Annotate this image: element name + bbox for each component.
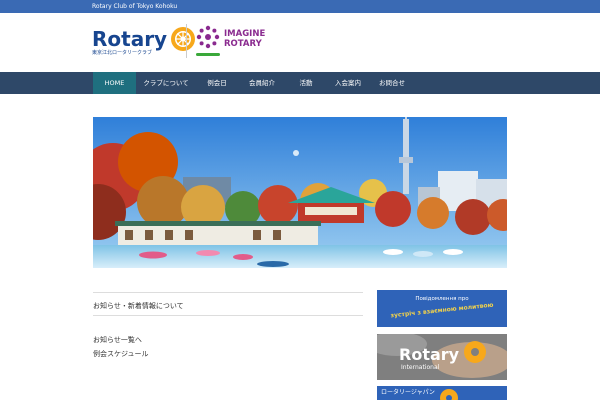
rotary-japan-banner[interactable]: ロータリージャパン [377,386,507,400]
imagine-rotary-text: IMAGINE ROTARY [224,29,265,49]
hero-image [93,117,507,268]
prayer-banner-line2: зустріч з взаємною молитвою [390,301,494,320]
rotary-wordmark: Rotary [92,27,168,51]
news-link[interactable]: 例会スケジュール [93,347,149,361]
nav-home[interactable]: HOME [93,72,136,94]
club-name: Rotary Club of Tokyo Kohoku [92,3,178,10]
imagine-line: IMAGINE [224,29,266,39]
rotary-japan-label: ロータリージャパン [381,389,435,396]
imagine-flower-icon [196,25,220,49]
nav-club[interactable]: クラブについて [136,72,196,94]
prayer-banner[interactable]: Повідомлення про зустріч з взаємною моли… [377,290,507,327]
top-bar: Rotary Club of Tokyo Kohoku [0,0,600,13]
news-section-title: お知らせ・新着情報について [93,292,363,316]
rotary-wheel-icon [440,389,458,400]
nav-activities[interactable]: 活動 [286,72,326,94]
news-list: お知らせ一覧へ 例会スケジュール [93,333,149,361]
rotary-banner-word: Rotary [399,345,460,364]
nav-meeting[interactable]: 例会日 [196,72,238,94]
rotary-international-banner[interactable]: Rotary International [377,334,507,380]
news-link[interactable]: お知らせ一覧へ [93,333,149,347]
site-header: Rotary 東京江北ロータリークラブ IMAGINE ROTARY [0,13,600,72]
nav-contact[interactable]: お問合せ [370,72,414,94]
logo-divider [186,24,187,58]
imagine-underline [196,53,220,56]
rotary-wheel-icon [171,27,196,51]
rotary-banner-sub: International [401,364,440,371]
nav-members[interactable]: 会員紹介 [238,72,286,94]
nav-join[interactable]: 入会案内 [326,72,370,94]
main-nav: HOME クラブについて 例会日 会員紹介 活動 入会案内 お問合せ [0,72,600,94]
rotary-logo[interactable]: Rotary 東京江北ロータリークラブ [92,26,196,56]
rotary-line: ROTARY [224,39,262,49]
rotary-club-subtitle: 東京江北ロータリークラブ [92,50,153,56]
